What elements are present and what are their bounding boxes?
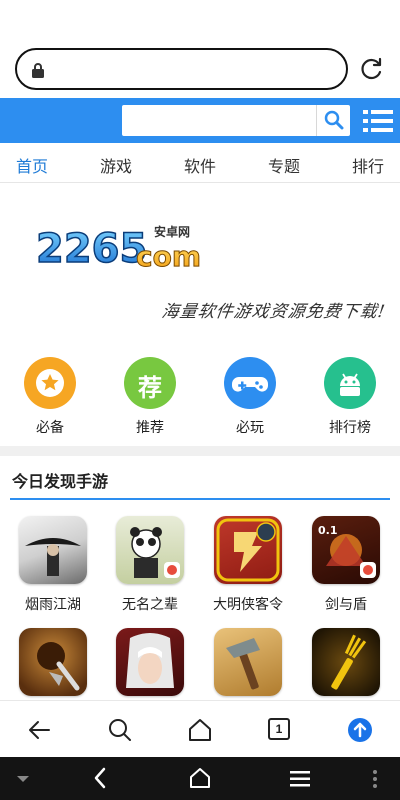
site-logo: 2265 com 安卓网 [34, 214, 214, 274]
game-name: 无名之辈 [122, 596, 178, 612]
game-card[interactable] [296, 628, 396, 706]
game-card[interactable] [3, 628, 103, 706]
gamepad-icon [224, 357, 276, 409]
quick-link-ranking[interactable]: 排行榜 [310, 357, 390, 437]
home-icon[interactable] [187, 717, 213, 743]
logo-suffix: com [136, 240, 201, 273]
category-nav: 首页 游戏 软件 专题 排行 [0, 143, 400, 183]
search-input[interactable] [128, 109, 312, 132]
game-thumbnail [214, 628, 282, 696]
search-icon[interactable] [107, 717, 133, 743]
game-name: 烟雨江湖 [25, 596, 81, 612]
tab-count-button[interactable]: 1 [268, 718, 290, 740]
section-divider [0, 446, 400, 456]
upload-icon[interactable] [347, 717, 373, 743]
quick-links: 必备 荐 推荐 必玩 排行榜 [0, 357, 400, 437]
logo-number: 2265 [36, 226, 147, 272]
svg-text:0.1: 0.1 [318, 524, 338, 537]
game-card[interactable]: 无名之辈 [100, 516, 200, 614]
reload-icon[interactable] [357, 55, 385, 83]
game-card[interactable] [198, 628, 298, 706]
quick-link-label: 排行榜 [329, 419, 371, 435]
star-icon [24, 357, 76, 409]
quick-link-label: 必玩 [236, 419, 264, 435]
tab-games[interactable]: 游戏 [100, 153, 132, 177]
game-thumbnail [312, 628, 380, 696]
game-thumbnail [19, 516, 87, 584]
search-box[interactable] [122, 105, 350, 136]
banner[interactable]: 2265 com 安卓网 海量软件游戏资源免费下载! [0, 184, 400, 344]
game-thumbnail [19, 628, 87, 696]
tab-ranking[interactable]: 排行 [352, 153, 384, 177]
back-arrow-icon[interactable] [27, 717, 53, 743]
quick-link-label: 推荐 [136, 419, 164, 435]
quick-link-label: 必备 [36, 419, 64, 435]
menu-list-icon[interactable] [362, 108, 394, 134]
game-card[interactable]: 0.1 剑与盾 [296, 516, 396, 614]
system-home-icon[interactable] [189, 767, 211, 789]
recommend-glyph: 荐 [138, 375, 162, 402]
android-icon [324, 357, 376, 409]
recommend-icon: 荐 [124, 357, 176, 409]
lock-icon [32, 63, 44, 78]
tab-home[interactable]: 首页 [16, 153, 48, 177]
site-header [0, 98, 400, 143]
game-card[interactable]: 烟雨江湖 [3, 516, 103, 614]
game-thumbnail: 0.1 [312, 516, 380, 584]
game-name: 剑与盾 [325, 596, 367, 612]
game-card[interactable] [100, 628, 200, 706]
system-menu-icon[interactable] [290, 770, 310, 788]
search-button[interactable] [316, 105, 350, 136]
slogan: 海量软件游戏资源免费下载! [160, 302, 387, 322]
section-underline [10, 498, 390, 500]
collapse-triangle-icon[interactable] [16, 775, 30, 783]
game-name: 大明侠客令 [213, 596, 283, 612]
tab-topics[interactable]: 专题 [268, 153, 300, 177]
browser-toolbar: 1 [0, 700, 400, 757]
url-input[interactable] [53, 56, 333, 82]
system-back-icon[interactable] [92, 767, 108, 789]
game-thumbnail [214, 516, 282, 584]
quick-link-recommend[interactable]: 荐 推荐 [110, 357, 190, 437]
logo-cn: 安卓网 [154, 224, 190, 239]
more-options-icon[interactable] [372, 769, 378, 789]
address-bar[interactable] [15, 48, 348, 90]
tab-software[interactable]: 软件 [184, 153, 216, 177]
game-card[interactable]: 大明侠客令 [198, 516, 298, 614]
game-thumbnail [116, 628, 184, 696]
game-thumbnail [116, 516, 184, 584]
quick-link-must-play[interactable]: 必玩 [210, 357, 290, 437]
quick-link-essentials[interactable]: 必备 [10, 357, 90, 437]
search-icon [324, 110, 344, 130]
status-bar-area [0, 0, 400, 38]
system-nav-bar [0, 757, 400, 800]
section-title: 今日发现手游 [12, 474, 109, 491]
